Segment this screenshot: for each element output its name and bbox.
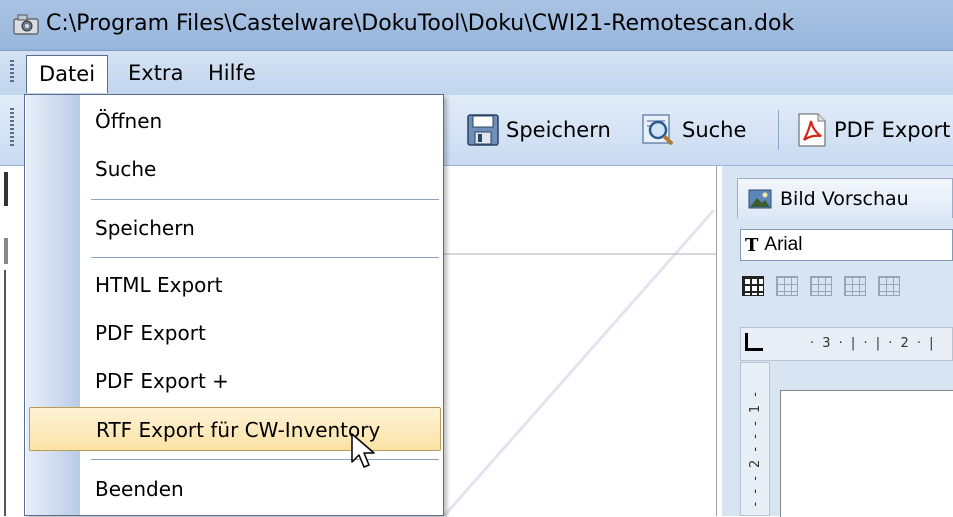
- pdf-export-button-label: PDF Export: [834, 118, 951, 142]
- table-toolbar: [742, 276, 900, 304]
- menu-item-suche[interactable]: Suche: [81, 147, 443, 191]
- font-select-value: Arial: [764, 234, 803, 255]
- document-page[interactable]: [780, 390, 953, 517]
- menu-item-pdf-export[interactable]: PDF Export: [81, 311, 443, 355]
- vertical-ruler-marks: - - - 2 - - - 1 -: [748, 390, 763, 507]
- left-pane-divider: [4, 238, 8, 264]
- menu-extra[interactable]: Extra: [116, 55, 195, 91]
- window-title: C:\Program Files\Castelware\DokuTool\Dok…: [46, 11, 795, 36]
- menu-item-pdf-export-plus[interactable]: PDF Export +: [81, 359, 443, 403]
- search-button[interactable]: Suche: [640, 110, 746, 150]
- tab-bild-vorschau[interactable]: Bild Vorschau: [737, 178, 953, 218]
- search-button-label: Suche: [682, 118, 747, 142]
- camera-app-icon: [13, 14, 39, 35]
- left-pane-tab-edge: [4, 172, 8, 206]
- left-pane-border: [4, 270, 6, 516]
- menu-item-oeffnen[interactable]: Öffnen: [81, 99, 443, 143]
- toolbar-grip-handle[interactable]: [10, 108, 14, 148]
- menu-separator: [91, 199, 439, 200]
- delete-row-icon[interactable]: [844, 276, 866, 296]
- menubar-grip-handle[interactable]: [10, 60, 14, 84]
- menu-item-speichern[interactable]: Speichern: [81, 206, 443, 250]
- horizontal-ruler-marks: · 3 · | · | · 2 · |: [810, 336, 936, 351]
- truetype-font-icon: T: [745, 234, 759, 256]
- menu-hilfe[interactable]: Hilfe: [196, 55, 268, 91]
- datei-dropdown-menu: Öffnen Suche Speichern HTML Export PDF E…: [24, 94, 444, 516]
- menu-item-html-export[interactable]: HTML Export: [81, 263, 443, 307]
- magnifier-document-icon: [642, 114, 674, 146]
- pdf-export-button[interactable]: PDF Export: [796, 110, 950, 150]
- pdf-document-icon: [798, 113, 826, 147]
- save-button[interactable]: Speichern: [466, 110, 611, 150]
- toolbar-separator: [778, 110, 779, 150]
- tab-bild-vorschau-label: Bild Vorschau: [780, 187, 909, 210]
- scan-preview-shape: [444, 210, 716, 516]
- font-select[interactable]: T Arial: [740, 229, 953, 261]
- insert-column-icon[interactable]: [878, 276, 900, 296]
- insert-row-icon[interactable]: [810, 276, 832, 296]
- menu-separator: [91, 257, 439, 258]
- menu-icon-gutter: [26, 95, 80, 515]
- menu-separator: [91, 459, 439, 460]
- mouse-pointer-icon: [351, 433, 375, 468]
- tab-stop-icon[interactable]: [745, 333, 763, 351]
- menu-item-beenden[interactable]: Beenden: [81, 467, 443, 511]
- floppy-disk-icon: [467, 114, 499, 146]
- menu-datei[interactable]: Datei: [26, 55, 109, 93]
- save-button-label: Speichern: [506, 118, 611, 142]
- picture-icon: [748, 189, 772, 208]
- insert-table-icon[interactable]: [742, 276, 764, 296]
- table-grid-icon[interactable]: [776, 276, 798, 296]
